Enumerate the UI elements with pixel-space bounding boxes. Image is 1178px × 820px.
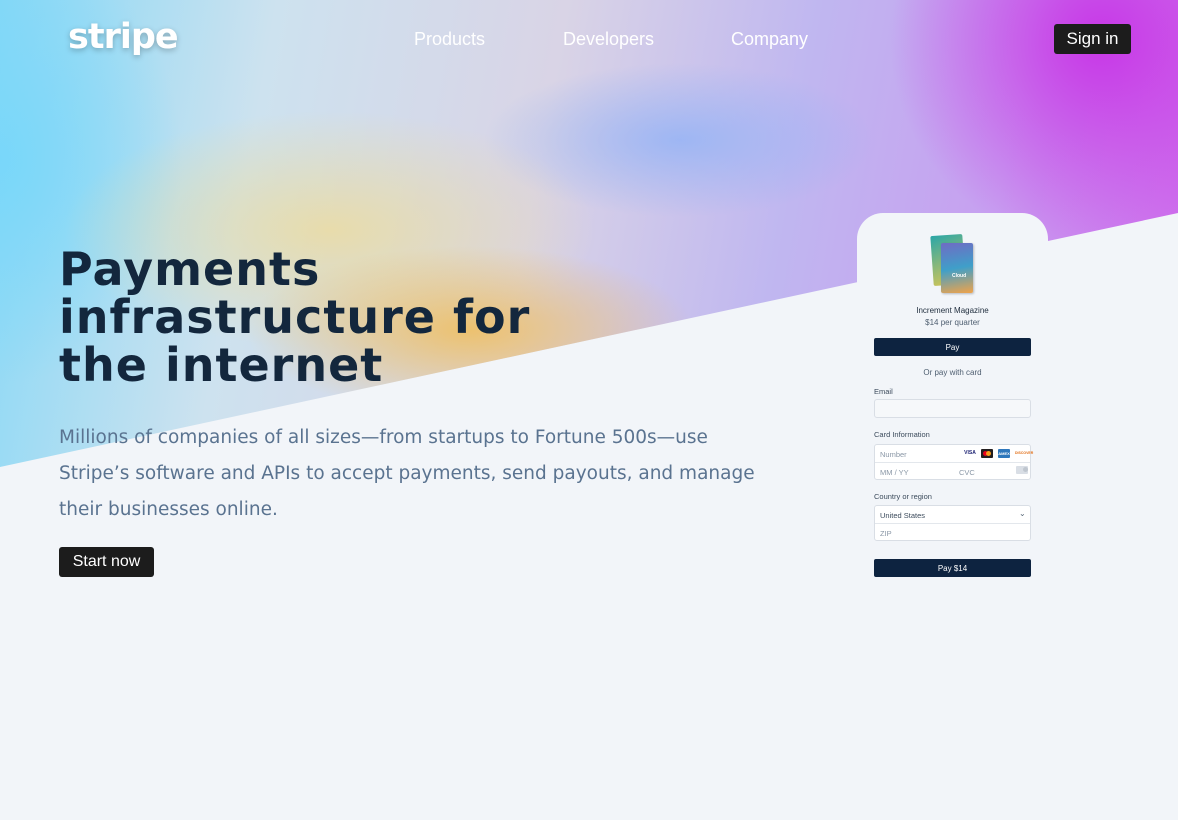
- magazine-tag: Cloud: [952, 273, 967, 279]
- hero-subcopy: Millions of companies of all sizes—from …: [59, 427, 755, 520]
- country-value: United States: [880, 511, 926, 520]
- chevron-down-icon: ⌄: [1019, 509, 1026, 518]
- headline-line-2: infrastructure for: [59, 290, 531, 344]
- zip-field[interactable]: ZIP: [880, 529, 892, 538]
- cvc-card-icon: [1016, 466, 1028, 474]
- card-number-field[interactable]: Number VISA AMEX DISCOVER: [875, 445, 1033, 463]
- card-information-field: Number VISA AMEX DISCOVER MM / YY CVC: [874, 444, 1033, 480]
- magazine-image: Cloud: [930, 233, 974, 293]
- headline-line-3: the internet: [59, 338, 384, 392]
- nav-products-link[interactable]: Products: [414, 29, 485, 50]
- country-label: Country or region: [874, 492, 932, 501]
- mastercard-icon: [981, 449, 993, 458]
- discover-icon: DISCOVER: [1015, 449, 1033, 458]
- nav-company-link[interactable]: Company: [731, 29, 808, 50]
- email-label: Email: [874, 387, 893, 396]
- country-zip-field: United States ⌄ ZIP: [874, 505, 1031, 541]
- start-now-button[interactable]: Start now: [59, 547, 154, 577]
- expiry-field[interactable]: MM / YY: [880, 468, 909, 477]
- cvc-field[interactable]: CVC: [959, 468, 975, 477]
- email-field[interactable]: [874, 399, 1031, 418]
- apple-pay-button[interactable]: Pay: [874, 338, 1031, 356]
- product-price: $14 per quarter: [925, 318, 980, 327]
- product-name: Increment Magazine: [916, 306, 989, 315]
- country-select[interactable]: United States ⌄: [875, 506, 1030, 524]
- nav-developers-link[interactable]: Developers: [563, 29, 654, 50]
- or-pay-with-card-text: Or pay with card: [923, 368, 982, 377]
- hero-headline: Payments infrastructure for the internet: [59, 245, 579, 389]
- amex-icon: AMEX: [998, 449, 1010, 458]
- card-number-placeholder: Number: [880, 450, 907, 459]
- visa-icon: VISA: [964, 449, 976, 458]
- sign-in-button[interactable]: Sign in: [1054, 24, 1131, 54]
- apple-pay-label: Pay: [945, 342, 960, 352]
- stripe-logo[interactable]: stripe: [68, 17, 179, 57]
- checkout-card: Cloud Increment Magazine $14 per quarter…: [857, 213, 1048, 593]
- card-information-label: Card Information: [874, 430, 930, 439]
- headline-line-1: Payments: [59, 242, 321, 296]
- magazine-front-cover: Cloud: [941, 243, 973, 293]
- pay-button[interactable]: Pay $14: [874, 559, 1031, 577]
